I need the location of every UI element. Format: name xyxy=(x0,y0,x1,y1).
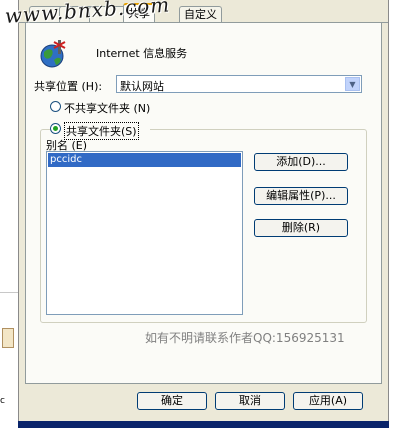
delete-button[interactable]: 删除(R) xyxy=(254,219,348,237)
chevron-down-icon[interactable]: ▼ xyxy=(345,77,360,91)
properties-dialog: 共享 自定义 Internet 信息服务 共享位置 (H): 默认网站 ▼ 不共… xyxy=(18,0,389,422)
background-divider xyxy=(0,292,18,293)
alias-list[interactable]: pccidc xyxy=(46,151,243,315)
background-window-edge xyxy=(0,0,18,428)
edit-properties-button[interactable]: 编辑属性(P)... xyxy=(254,187,348,205)
apply-button[interactable]: 应用(A) xyxy=(293,392,363,410)
share-location-label: 共享位置 (H): xyxy=(34,80,103,93)
background-file-icon xyxy=(2,328,14,348)
tab-custom[interactable]: 自定义 xyxy=(179,6,222,23)
iis-globe-icon xyxy=(40,40,66,68)
window-frame-bottom xyxy=(18,421,389,428)
radio-not-shared[interactable] xyxy=(50,101,61,112)
sharing-panel: Internet 信息服务 共享位置 (H): 默认网站 ▼ 不共享文件夹 (N… xyxy=(25,23,382,384)
cancel-button[interactable]: 取消 xyxy=(215,392,285,410)
author-contact-note: 如有不明请联系作者QQ:156925131 xyxy=(145,331,345,345)
radio-shared[interactable] xyxy=(50,123,61,134)
add-button[interactable]: 添加(D)... xyxy=(254,153,348,171)
list-item[interactable]: pccidc xyxy=(48,153,241,167)
share-location-select[interactable]: 默认网站 ▼ xyxy=(116,75,362,93)
ok-button[interactable]: 确定 xyxy=(137,392,207,410)
background-text-fragment: c xyxy=(0,396,5,406)
service-name: Internet 信息服务 xyxy=(96,47,188,60)
radio-not-shared-label: 不共享文件夹 (N) xyxy=(64,102,151,115)
